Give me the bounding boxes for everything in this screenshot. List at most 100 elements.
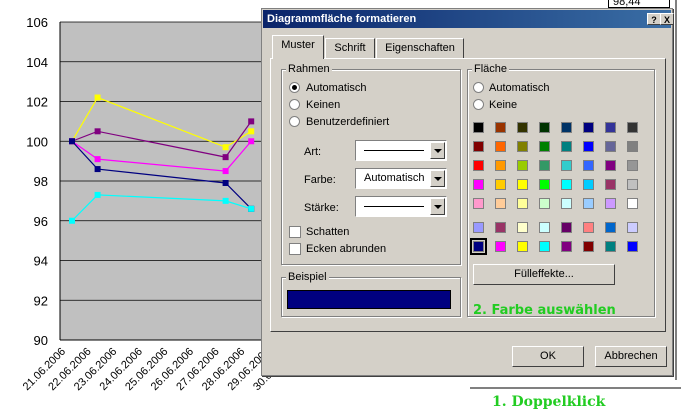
tab-muster[interactable]: Muster [272,35,324,59]
palette-color-swatch[interactable] [539,141,550,152]
palette-color-swatch[interactable] [539,160,550,171]
border-custom-radio[interactable] [289,116,300,127]
chart-palette-color-swatch[interactable] [561,241,572,252]
chart-palette-color-swatch[interactable] [583,241,594,252]
chart-palette-color-swatch[interactable] [470,238,487,255]
preview-label: Beispiel [286,271,329,283]
y-tick-label: 98 [34,174,48,189]
y-tick-label: 102 [26,95,48,110]
palette-color-swatch[interactable] [627,122,638,133]
chart-palette-color-swatch[interactable] [561,222,572,233]
palette-color-swatch[interactable] [583,179,594,190]
data-point [248,118,255,125]
palette-color-swatch[interactable] [561,160,572,171]
right-panel-edge [673,0,681,419]
palette-color-swatch[interactable] [495,141,506,152]
data-point [69,217,75,224]
palette-color-swatch[interactable] [605,141,616,152]
y-tick-label: 94 [34,254,48,269]
border-auto-label: Automatisch [306,82,367,94]
palette-color-swatch[interactable] [473,160,484,171]
chart-palette-color-swatch[interactable] [627,222,638,233]
data-point [94,94,101,101]
style-combo[interactable] [355,140,447,161]
data-point [248,128,255,135]
weight-combo[interactable] [355,196,447,217]
palette-color-swatch[interactable] [583,198,594,209]
palette-color-swatch[interactable] [605,122,616,133]
close-button[interactable]: X [660,13,674,25]
shadow-checkbox[interactable] [289,226,301,238]
chart-palette-color-swatch[interactable] [605,241,616,252]
border-group: Rahmen Automatisch Keinen Benutzerdefini… [281,63,461,265]
palette-color-swatch[interactable] [561,122,572,133]
y-tick-label: 104 [26,55,48,70]
palette-color-swatch[interactable] [627,198,638,209]
dialog-titlebar[interactable]: Diagrammfläche formatieren ? X [263,10,674,28]
palette-color-swatch[interactable] [627,179,638,190]
chart-palette-color-swatch[interactable] [539,241,550,252]
color-combo-value: Automatisch [364,172,425,184]
palette-color-swatch[interactable] [561,179,572,190]
palette-color-swatch[interactable] [583,141,594,152]
chart-palette-color-swatch[interactable] [495,222,506,233]
palette-color-swatch[interactable] [561,198,572,209]
border-none-radio[interactable] [289,99,300,110]
palette-color-swatch[interactable] [473,122,484,133]
palette-color-swatch[interactable] [495,198,506,209]
palette-color-swatch[interactable] [627,141,638,152]
step1-annotation: 1. Doppelklick [492,394,606,410]
palette-color-swatch[interactable] [495,122,506,133]
chart-palette-color-swatch[interactable] [473,222,484,233]
palette-color-swatch[interactable] [627,160,638,171]
y-tick-label: 90 [34,333,48,348]
help-button[interactable]: ? [647,13,661,25]
y-tick-label: 100 [26,134,48,149]
preview-swatch [287,290,451,309]
palette-color-swatch[interactable] [561,141,572,152]
chevron-down-icon[interactable] [430,142,445,159]
chart-palette-color-swatch[interactable] [605,222,616,233]
palette-color-swatch[interactable] [539,198,550,209]
palette-color-swatch[interactable] [583,160,594,171]
palette-color-swatch[interactable] [539,179,550,190]
chevron-down-icon[interactable] [430,170,445,187]
palette-color-swatch[interactable] [605,179,616,190]
border-auto-radio[interactable] [289,82,300,93]
chart-palette-color-swatch[interactable] [517,222,528,233]
chart-palette-color-swatch[interactable] [539,222,550,233]
cancel-button[interactable]: Abbrechen [595,346,667,367]
tab-schrift[interactable]: Schrift [325,38,375,58]
palette-color-swatch[interactable] [495,179,506,190]
data-point [248,205,255,212]
palette-color-swatch[interactable] [495,160,506,171]
palette-color-swatch[interactable] [539,122,550,133]
palette-color-swatch[interactable] [473,141,484,152]
weight-label: Stärke: [304,202,339,214]
palette-color-swatch[interactable] [517,160,528,171]
chart-palette-color-swatch[interactable] [627,241,638,252]
palette-color-swatch[interactable] [605,160,616,171]
fill-effects-button[interactable]: Fülleffekte... [473,264,615,285]
chart-palette-color-swatch[interactable] [583,222,594,233]
data-point [222,144,229,151]
area-none-radio[interactable] [473,99,484,110]
palette-color-swatch[interactable] [517,122,528,133]
palette-color-swatch[interactable] [473,198,484,209]
chart-palette-color-swatch[interactable] [517,241,528,252]
chart-palette-color-swatch[interactable] [495,241,506,252]
palette-color-swatch[interactable] [517,198,528,209]
palette-color-swatch[interactable] [473,179,484,190]
data-point [222,168,229,175]
ok-button[interactable]: OK [512,346,584,367]
color-combo[interactable]: Automatisch [355,168,447,189]
tab-panel: Rahmen Automatisch Keinen Benutzerdefini… [270,58,666,332]
palette-color-swatch[interactable] [517,179,528,190]
round-corners-checkbox[interactable] [289,243,301,255]
area-auto-radio[interactable] [473,82,484,93]
palette-color-swatch[interactable] [517,141,528,152]
palette-color-swatch[interactable] [605,198,616,209]
palette-color-swatch[interactable] [583,122,594,133]
tab-eigenschaften[interactable]: Eigenschaften [376,38,464,58]
chevron-down-icon[interactable] [430,198,445,215]
